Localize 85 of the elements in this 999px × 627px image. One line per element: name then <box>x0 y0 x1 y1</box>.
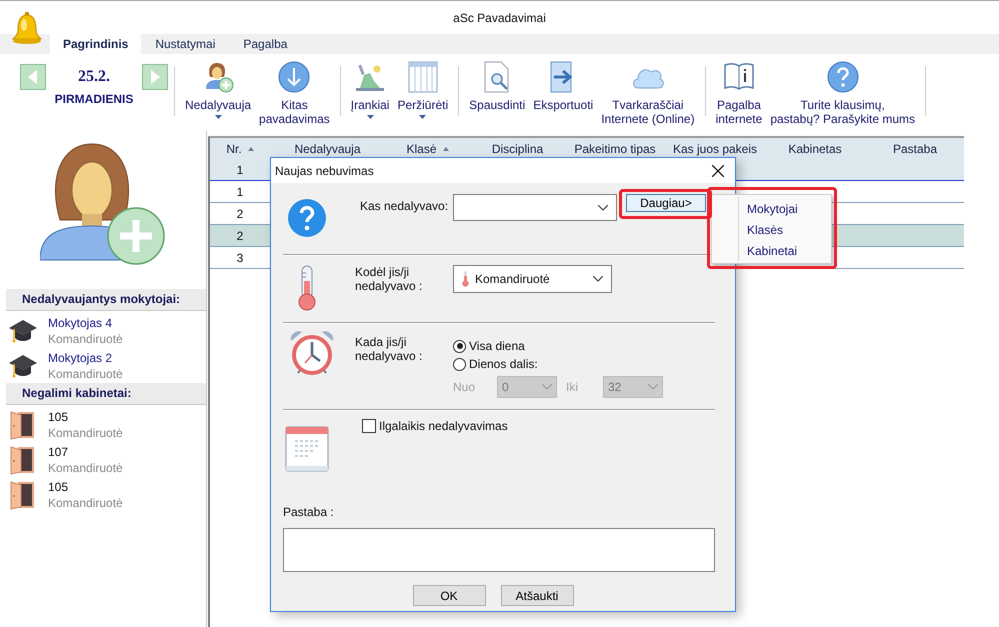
field-label: Iki <box>566 380 579 394</box>
absence-reason: Komandiruotė <box>48 330 123 346</box>
column-header[interactable]: Pakeitimo tipas <box>565 138 665 160</box>
caret-icon <box>419 115 426 119</box>
field-label: Pastaba : <box>283 505 335 519</box>
table-cell-text: 2 <box>236 228 244 242</box>
menu-item[interactable]: Kabinetai <box>747 241 831 262</box>
ribbon-tab[interactable]: Pagalba <box>229 34 302 54</box>
column-header[interactable]: Klasė <box>385 138 470 160</box>
toolbar-button[interactable]: Turite klausimų, pastabų? Parašykite mums <box>766 54 920 126</box>
absence-reason: Komandiruotė <box>48 460 123 476</box>
close-icon[interactable] <box>712 164 724 176</box>
note-text-area[interactable] <box>283 528 715 572</box>
chevron-down-icon <box>542 384 552 390</box>
window-title: aSc Pavadavimai <box>453 10 546 24</box>
section-header: Nedalyvaujantys mokytojai: <box>6 289 206 311</box>
thermometer-icon <box>297 265 317 311</box>
bell-icon <box>12 12 42 46</box>
caret-icon <box>214 115 222 119</box>
alarm-clock-icon <box>288 329 336 377</box>
graduation-cap-icon <box>8 352 38 378</box>
more-button[interactable]: Daugiau> <box>626 194 706 212</box>
radio-button[interactable] <box>453 340 466 352</box>
person-combo-box[interactable] <box>453 194 617 221</box>
thermometer-icon <box>462 271 469 287</box>
toolbar-button[interactable]: Spausdinti <box>465 54 530 126</box>
table-cell-text: 1 <box>236 184 244 198</box>
ribbon-tab[interactable]: Nustatymai <box>141 34 230 54</box>
table-cell-text: 2 <box>236 206 244 220</box>
question-icon <box>826 61 859 93</box>
columns-icon <box>408 61 438 93</box>
column-header[interactable]: Nr. <box>210 138 270 160</box>
book-icon <box>722 62 755 92</box>
dialog-button[interactable]: OK <box>412 585 486 606</box>
sort-icon <box>442 147 449 151</box>
dialog-button[interactable]: Atšaukti <box>500 585 574 606</box>
field-label: Kada jis/ji nedalyvavo : <box>355 334 424 363</box>
item-name[interactable]: 107 <box>48 444 123 460</box>
radio-label[interactable]: Dienos dalis: <box>469 357 538 371</box>
reason-combo-box[interactable]: Komandiruotė <box>453 265 612 293</box>
toolbar-button[interactable]: Įrankiai <box>346 54 394 119</box>
absence-reason: Komandiruotė <box>48 366 123 382</box>
weekday-label: PIRMADIENIS <box>54 92 134 106</box>
field-label: Kas nedalyvavo: <box>359 198 450 213</box>
ribbon-tab[interactable]: Pagrindinis <box>50 34 142 54</box>
chevron-down-icon <box>593 276 603 282</box>
toolbar-button[interactable]: Tvarkaraščiai Internete (Online) <box>597 54 699 126</box>
column-header[interactable]: Kas juos pakeis <box>665 138 765 160</box>
column-header[interactable]: Disciplina <box>470 138 565 160</box>
chevron-down-icon <box>598 204 608 210</box>
table-cell-text: 1 <box>236 163 244 177</box>
question-icon <box>288 199 326 237</box>
radio-button[interactable] <box>453 358 466 370</box>
calendar-icon <box>285 426 329 472</box>
radio-label[interactable]: Visa diena <box>469 339 525 353</box>
item-name[interactable]: 105 <box>48 478 123 494</box>
right-triangle-icon <box>150 70 160 84</box>
item-name[interactable]: Mokytojas 2 <box>48 350 123 366</box>
menu-item[interactable]: Klasės <box>747 220 831 241</box>
toolbar-button[interactable]: Nedalyvauja <box>181 54 256 126</box>
toolbar-button[interactable]: Kitas pavadavimas <box>255 54 334 126</box>
left-triangle-icon <box>28 70 38 84</box>
toolbar-button[interactable]: Peržiūrėti <box>393 54 452 119</box>
toolbar-button[interactable]: Pagalba internete <box>712 54 766 126</box>
sort-icon <box>248 147 254 151</box>
field-label: Kodėl jis/ji nedalyvavo : <box>355 265 424 293</box>
field-label: Nuo <box>453 380 476 394</box>
column-header[interactable]: Kabinetas <box>765 138 865 160</box>
document-search-icon <box>483 61 512 93</box>
absence-reason: Komandiruotė <box>48 424 123 440</box>
item-name[interactable]: 105 <box>48 408 123 424</box>
table-cell-text: 3 <box>236 250 244 264</box>
section-header: Negalimi kabinetai: <box>6 383 206 405</box>
date-label: 25.2. <box>78 68 110 86</box>
graduation-cap-icon <box>8 318 38 344</box>
long-term-checkbox[interactable]: Ilgalaikis nedalyvavimas <box>362 419 508 433</box>
absence-reason: Komandiruotė <box>48 494 123 510</box>
menu-item[interactable]: Mokytojai <box>747 199 831 220</box>
toolbar-button[interactable]: Eksportuoti <box>529 54 598 126</box>
column-header[interactable]: Pastaba <box>865 138 965 160</box>
item-name[interactable]: Mokytojas 4 <box>48 314 123 330</box>
dialog-title: Naujas nebuvimas <box>275 164 374 178</box>
chevron-down-icon <box>648 384 658 390</box>
caret-icon <box>366 115 374 119</box>
column-header[interactable]: Nedalyvauja <box>270 138 385 160</box>
